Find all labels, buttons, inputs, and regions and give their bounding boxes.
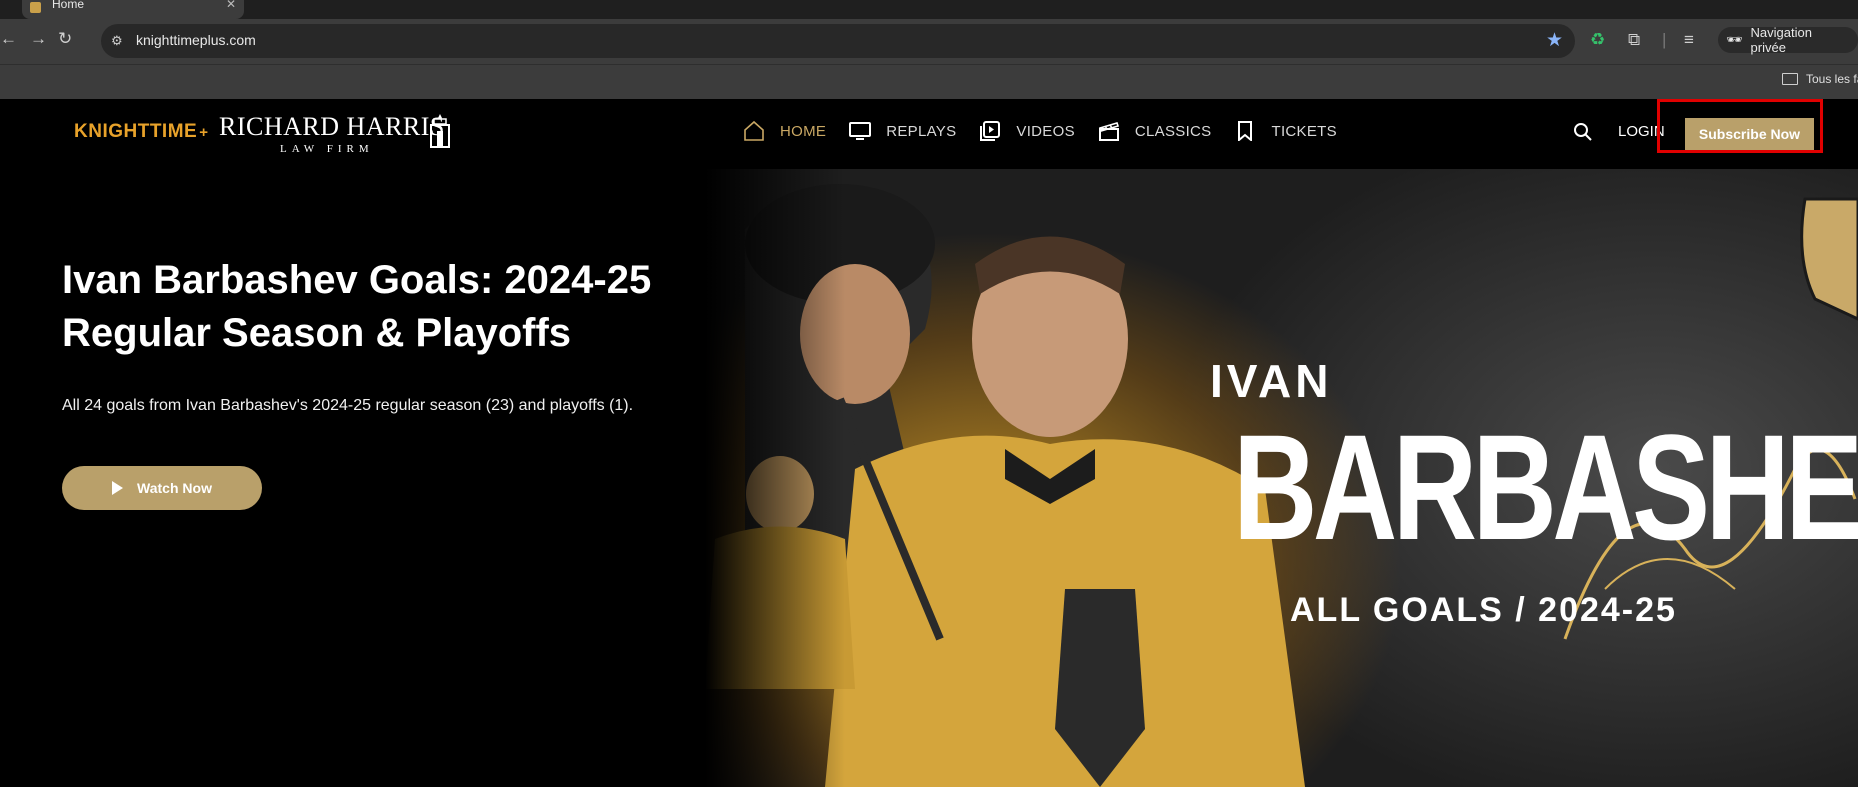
browser-toolbar: ← → ↻ ⚙ knighttimeplus.com ★ ♻ ⧉ | ≡ 🕶 N… (0, 19, 1858, 64)
nav-tickets[interactable]: TICKETS (1233, 119, 1337, 143)
folder-icon (1782, 73, 1798, 85)
home-icon (742, 119, 766, 143)
nav-videos[interactable]: VIDEOS (978, 119, 1075, 143)
search-icon[interactable] (1573, 122, 1593, 142)
bookmark-icon (1233, 119, 1257, 143)
forward-icon[interactable]: → (30, 29, 47, 49)
tab-title: Home (52, 0, 85, 11)
incognito-icon: 🕶 (1726, 32, 1743, 47)
logo-plus-text: + (199, 124, 209, 141)
url-text[interactable]: knighttimeplus.com (136, 32, 256, 48)
main-nav: HOME REPLAYS VIDEOS CLASSICS TICKETS (742, 119, 1359, 143)
nav-tickets-label: TICKETS (1271, 122, 1337, 140)
bookmark-star-icon[interactable]: ★ (1546, 29, 1563, 52)
hero-image: IVAN BARBASHEV ALL GOALS / 2024-25 (705, 169, 1858, 787)
art-first-name: IVAN (1210, 355, 1333, 407)
play-icon (112, 481, 124, 495)
sponsor-logo-sub: LAW FIRM (280, 143, 374, 155)
hero-image-fade (705, 169, 845, 787)
address-bar[interactable]: ⚙ knighttimeplus.com ★ (101, 24, 1575, 58)
browser-tabstrip: Home ✕ (0, 0, 1858, 19)
video-play-icon (978, 119, 1002, 143)
bookmarks-bar: Tous les fa (0, 64, 1858, 100)
back-icon[interactable]: ← (0, 29, 17, 49)
hero-description: All 24 goals from Ivan Barbashev's 2024-… (62, 397, 634, 414)
extension-sync-icon[interactable]: ♻ (1590, 30, 1605, 50)
nav-replays[interactable]: REPLAYS (848, 119, 956, 143)
watch-now-button[interactable]: Watch Now (62, 466, 262, 510)
private-label: Navigation privée (1750, 25, 1812, 55)
nav-classics[interactable]: CLASSICS (1097, 119, 1212, 143)
art-subtitle: ALL GOALS / 2024-25 (1290, 591, 1677, 629)
nav-home[interactable]: HOME (742, 119, 826, 143)
law-firm-building-icon (430, 114, 450, 148)
clapperboard-icon (1097, 119, 1121, 143)
close-icon[interactable]: ✕ (226, 0, 236, 11)
web-page: KNIGHTTIME + RICHARD HARRIS LAW FIRM HOME… (0, 99, 1858, 787)
nav-home-label: HOME (780, 122, 827, 140)
hero-title: Ivan Barbashev Goals: 2024-25 Regular Se… (62, 258, 652, 355)
knighttime-logo[interactable]: KNIGHTTIME + (74, 121, 208, 143)
browser-tab[interactable]: Home ✕ (22, 0, 244, 19)
art-last-name: BARBASHEV (1233, 403, 1858, 571)
private-browsing-badge[interactable]: 🕶 Navigation privée (1718, 25, 1858, 55)
monitor-icon (848, 119, 872, 143)
nav-classics-label: CLASSICS (1134, 122, 1212, 140)
site-settings-icon[interactable]: ⚙ (111, 33, 123, 49)
nav-videos-label: VIDEOS (1016, 122, 1075, 140)
bookmark-folder[interactable]: Tous les fa (1782, 72, 1858, 86)
site-header: KNIGHTTIME + RICHARD HARRIS LAW FIRM HOME… (0, 99, 1858, 169)
sponsor-logo-name: RICHARD HARRIS (219, 112, 445, 141)
nav-replays-label: REPLAYS (886, 122, 957, 140)
toolbar-divider: | (1662, 30, 1667, 49)
reading-list-icon[interactable]: ≡ (1684, 30, 1694, 50)
extensions-icon[interactable]: ⧉ (1628, 30, 1640, 50)
favicon-icon (30, 2, 41, 13)
watch-now-label: Watch Now (137, 480, 212, 496)
reload-icon[interactable]: ↻ (58, 29, 72, 49)
subscribe-button[interactable]: Subscribe Now (1685, 118, 1814, 150)
logo-brand-text: KNIGHTTIME (74, 121, 198, 142)
bookmark-folder-label: Tous les fa (1806, 72, 1858, 86)
